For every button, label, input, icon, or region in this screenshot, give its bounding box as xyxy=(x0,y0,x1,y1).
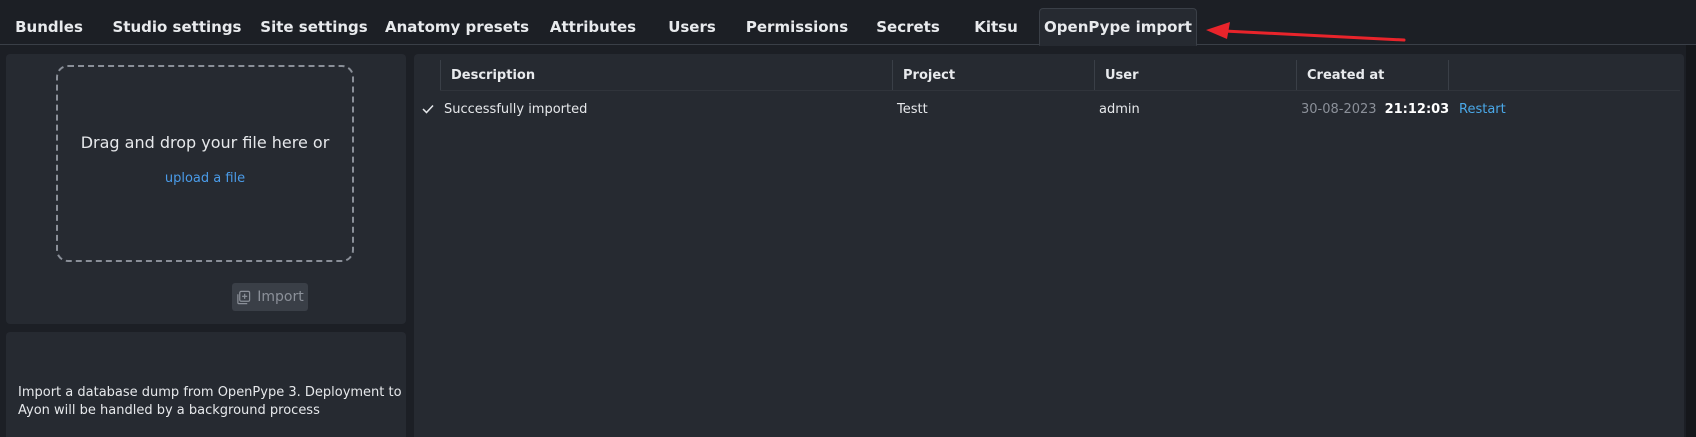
file-dropzone[interactable]: Drag and drop your file here or upload a… xyxy=(56,65,354,262)
upload-panel: Drag and drop your file here or upload a… xyxy=(6,54,406,324)
import-description: Import a database dump from OpenPype 3. … xyxy=(18,385,402,418)
import-button-label: Import xyxy=(257,289,304,305)
import-button[interactable]: Import xyxy=(232,283,308,311)
row-user: admin xyxy=(1099,101,1140,117)
tab-users[interactable]: Users xyxy=(658,8,726,45)
column-header-user[interactable]: User xyxy=(1094,60,1294,90)
row-project: Testt xyxy=(897,101,928,117)
row-created-date: 30-08-2023 xyxy=(1301,101,1377,117)
tab-anatomy-presets[interactable]: Anatomy presets xyxy=(385,8,529,45)
tab-kitsu[interactable]: Kitsu xyxy=(962,8,1030,45)
scrollbar-gutter xyxy=(1686,45,1696,437)
column-header-created-at[interactable]: Created at xyxy=(1296,60,1446,90)
row-created-time: 21:12:03 xyxy=(1384,101,1450,117)
import-icon xyxy=(237,290,251,304)
tab-site-settings[interactable]: Site settings xyxy=(258,8,370,45)
column-header-actions xyxy=(1448,60,1449,90)
tab-openpype-import[interactable]: OpenPype import xyxy=(1039,8,1197,46)
tab-studio-settings[interactable]: Studio settings xyxy=(108,8,246,45)
tab-bundles[interactable]: Bundles xyxy=(6,8,92,45)
row-description: Successfully imported xyxy=(444,101,588,117)
dropzone-text: Drag and drop your file here or xyxy=(80,133,330,152)
tab-permissions[interactable]: Permissions xyxy=(744,8,850,45)
row-created-at: 30-08-2023 21:12:03 xyxy=(1301,99,1449,119)
imports-table: Description Project User Created at Succ… xyxy=(414,54,1684,437)
column-header-description[interactable]: Description xyxy=(440,60,858,90)
info-panel: Import a database dump from OpenPype 3. … xyxy=(6,332,406,437)
annotation-arrow-icon xyxy=(1206,22,1406,42)
tab-secrets[interactable]: Secrets xyxy=(870,8,946,45)
header-divider xyxy=(440,90,1680,91)
check-icon xyxy=(422,104,434,114)
restart-link[interactable]: Restart xyxy=(1459,99,1506,119)
upload-file-link[interactable]: upload a file xyxy=(58,171,352,186)
tab-attributes[interactable]: Attributes xyxy=(544,8,642,45)
settings-tab-bar: Bundles Studio settings Site settings An… xyxy=(0,0,1696,46)
column-header-project[interactable]: Project xyxy=(892,60,1092,90)
app-root: Bundles Studio settings Site settings An… xyxy=(0,0,1696,437)
